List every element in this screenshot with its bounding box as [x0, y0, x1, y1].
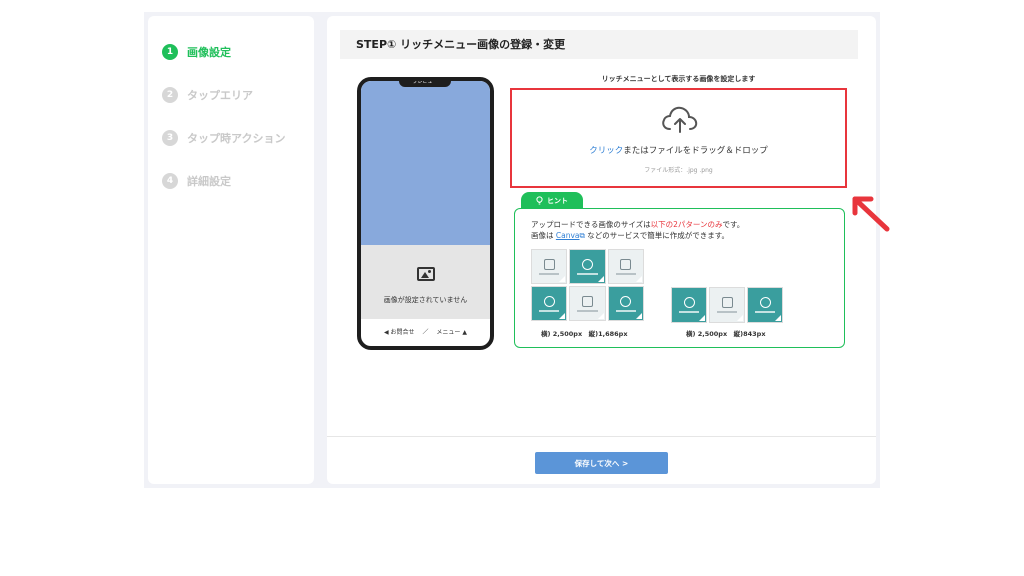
external-link-icon: ⧉: [579, 231, 585, 240]
step-label: 詳細設定: [187, 175, 231, 188]
tooth-icon: [543, 295, 555, 307]
step-label: タップ時アクション: [187, 132, 286, 145]
click-upload-link[interactable]: クリック: [589, 146, 623, 156]
file-dropzone[interactable]: クリックまたはファイルをドラッグ＆ドロップ ファイル形式：.jpg .png: [510, 88, 847, 188]
hint-text: アップロードできる画像のサイズは: [531, 220, 651, 229]
preview-notch-label: プレビュー: [399, 81, 451, 87]
step-number: 2: [162, 87, 178, 103]
calendar-icon: [620, 258, 632, 270]
step-number: 4: [162, 173, 178, 189]
save-next-button[interactable]: 保存して次へ >: [535, 452, 668, 474]
file-format-text: ファイル形式：.jpg .png: [644, 167, 713, 174]
sample-tile: [531, 249, 568, 284]
empty-image-caption: 画像が設定されていません: [383, 296, 468, 304]
dropzone-text: またはファイルをドラッグ＆ドロップ: [623, 146, 768, 156]
large-size-label: 横) 2,500px 縦)1,686px: [541, 330, 628, 338]
sample-tile: [569, 249, 606, 284]
sample-tile: [607, 249, 644, 284]
preview-menu-bar: ◀ お問合せ ／ メニュー ▲: [361, 327, 490, 336]
step-tap-action[interactable]: 3 タップ時アクション: [162, 130, 285, 146]
calendar-icon: [721, 297, 733, 308]
step-number: 1: [162, 44, 178, 60]
sample-tile: [709, 287, 745, 323]
hint-tab-label: ヒント: [547, 196, 568, 205]
main-panel: STEP① リッチメニュー画像の登録・変更 プレビュー 画像が設定されていません…: [327, 16, 890, 484]
image-placeholder-icon: [417, 267, 435, 281]
footer-divider: [327, 436, 876, 437]
sample-tile: [671, 287, 707, 323]
hint-text: 画像は: [531, 231, 554, 240]
sample-tile: [747, 287, 783, 323]
page-title: STEP① リッチメニュー画像の登録・変更: [340, 30, 858, 59]
arrow-pointer-icon: [852, 196, 890, 232]
step-label: タップエリア: [187, 89, 253, 102]
clock-icon: [683, 297, 695, 308]
preview-menu-left: ◀ お問合せ: [384, 329, 415, 336]
hint-text: です。: [722, 220, 745, 229]
hint-canva-text: 画像は Canva⧉ などのサービスで簡単に作成ができます。: [531, 230, 729, 241]
step-sidebar: 1 画像設定 2 タップエリア 3 タップ時アクション 4 詳細設定: [148, 16, 314, 484]
step-tap-area[interactable]: 2 タップエリア: [162, 87, 253, 103]
preview-menu-right: メニュー ▲: [436, 329, 467, 336]
canva-link[interactable]: Canva: [556, 231, 580, 240]
lightbulb-icon: [536, 196, 543, 205]
upload-caption: リッチメニューとして表示する画像を設定します: [601, 75, 756, 83]
sample-tile: [569, 286, 606, 321]
document-icon: [543, 258, 555, 270]
cloud-upload-icon: [662, 106, 698, 133]
dropzone-instruction: クリックまたはファイルをドラッグ＆ドロップ: [512, 144, 845, 156]
page-frame: 1 画像設定 2 タップエリア 3 タップ時アクション 4 詳細設定 STEP①…: [144, 12, 890, 488]
step-image-settings[interactable]: 1 画像設定: [162, 44, 231, 60]
preview-menu-separator: ／: [422, 329, 429, 336]
hint-box: アップロードできる画像のサイズは以下の2パターンのみです。 画像は Canva⧉…: [514, 208, 845, 348]
hint-text: などのサービスで簡単に作成ができます。: [587, 231, 730, 240]
preview-screen: [361, 81, 490, 245]
clock-icon: [581, 258, 593, 270]
sample-tile: [531, 286, 568, 321]
small-size-label: 横) 2,500px 縦)843px: [686, 330, 766, 338]
step-number: 3: [162, 130, 178, 146]
hint-size-text: アップロードできる画像のサイズは以下の2パターンのみです。: [531, 219, 744, 230]
preview-menu-area: 画像が設定されていません: [361, 245, 490, 319]
hint-tab: ヒント: [521, 192, 583, 209]
small-menu-sample: [671, 287, 783, 323]
step-detail-settings[interactable]: 4 詳細設定: [162, 173, 231, 189]
large-menu-sample: [531, 249, 644, 321]
map-pin-icon: [581, 295, 593, 307]
phone-preview: プレビュー 画像が設定されていません ◀ お問合せ ／ メニュー ▲: [357, 77, 494, 350]
phone-icon: [620, 295, 632, 307]
sample-tile: [607, 286, 644, 321]
hint-highlight: 以下の2パターンのみ: [650, 220, 723, 229]
step-label: 画像設定: [187, 46, 231, 59]
phone-icon: [759, 297, 771, 308]
